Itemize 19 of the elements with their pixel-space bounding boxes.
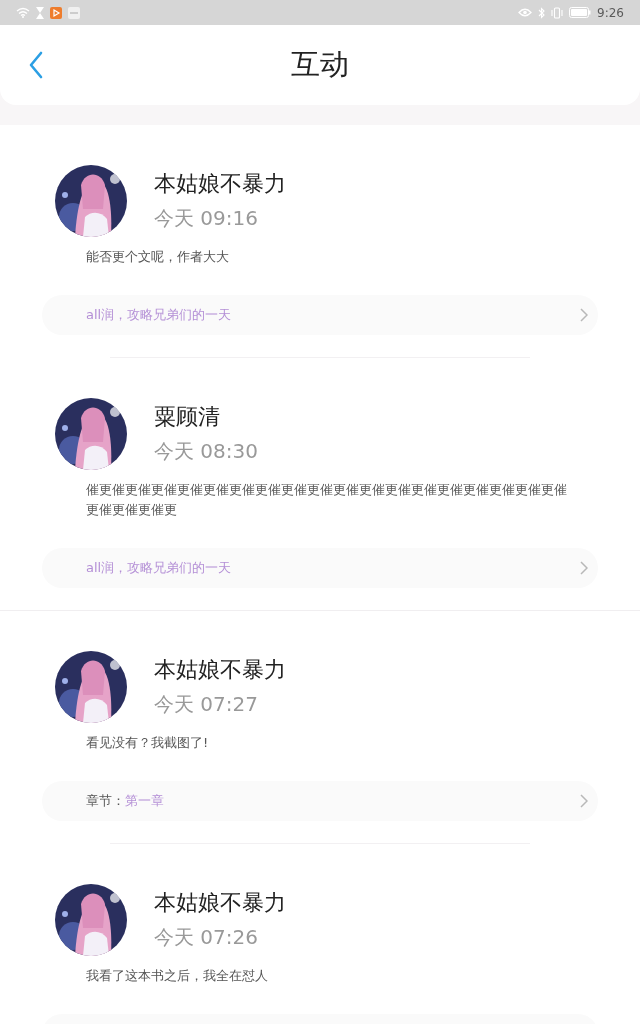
- user-name: 本姑娘不暴力: [154, 170, 286, 198]
- page-title: 互动: [291, 46, 349, 84]
- book-link[interactable]: all润，攻略兄弟们的一天: [42, 548, 598, 588]
- comment-time: 今天 08:30: [154, 438, 258, 465]
- chapter-title: 第一章: [125, 792, 164, 811]
- comment-text: 催更催更催更催更催更催更催更催更催更催更催更催更催更催更催更催更催更催更催更催更催更催更: [85, 481, 568, 519]
- comment-text: 能否更个文呢，作者大大: [85, 248, 230, 266]
- book-link[interactable]: all润，攻略兄弟们的一天: [42, 295, 598, 335]
- chapter-label: 章节：: [86, 792, 125, 811]
- clock-time: 9:26: [597, 4, 624, 22]
- chapter-link[interactable]: 章节：第一章: [42, 781, 598, 821]
- user-name: 本姑娘不暴力: [154, 889, 286, 917]
- comment-text: 我看了这本书之后，我全在怼人: [85, 967, 269, 985]
- comment-text: 看见没有？我截图了!: [85, 734, 210, 752]
- comment-time: 今天 07:26: [154, 924, 259, 951]
- comment-time: 今天 07:27: [154, 691, 259, 718]
- user-name: 本姑娘不暴力: [154, 656, 286, 684]
- user-name: 粟顾清: [154, 403, 221, 431]
- comment-time: 今天 09:16: [154, 205, 259, 232]
